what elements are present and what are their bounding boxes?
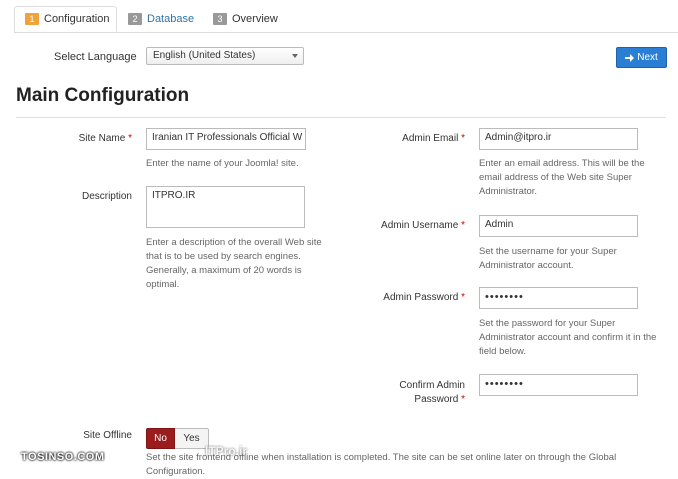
tab-database[interactable]: 2 Database [128,6,194,32]
next-button-label: Next [637,52,658,63]
required-marker: * [461,394,465,405]
site-name-label-text: Site Name [78,133,126,144]
step-number: 3 [213,13,227,25]
watermark-left: TOSINSO.COM [21,451,105,463]
confirm-password-input[interactable]: •••••••• [479,374,638,396]
offline-no-button[interactable]: No [146,428,175,449]
language-select-value: English (United States) [153,50,256,61]
required-marker: * [128,133,132,144]
confirm-password-label-line1: Confirm Admin [399,380,465,391]
description-label: Description [81,191,132,202]
select-language-label: Select Language [54,51,137,63]
required-marker: * [461,220,465,231]
site-offline-label: Site Offline [83,430,132,441]
watermark-right: ITPro.ir [205,444,248,458]
admin-username-help: Set the username for your Super Administ… [479,246,617,271]
next-button[interactable]: Next [616,47,667,68]
tab-label: Database [147,13,195,25]
site-offline-toggle: No Yes [146,428,209,449]
admin-password-help: Set the password for your Super Administ… [479,318,657,357]
tab-label: Configuration [44,13,110,25]
language-select[interactable]: English (United States) [146,47,304,65]
offline-yes-button[interactable]: Yes [175,428,209,449]
admin-username-label: Admin Username * [360,220,465,231]
confirm-password-label-line2: Password [414,394,459,405]
admin-username-input[interactable]: Admin [479,215,638,237]
chevron-down-icon [292,54,298,58]
divider [16,117,666,118]
admin-password-label-text: Admin Password [383,292,459,303]
tab-label: Overview [232,13,278,25]
admin-username-label-text: Admin Username [381,220,459,231]
admin-password-label: Admin Password * [360,292,465,303]
description-textarea[interactable]: ITPRO.IR [146,186,305,228]
description-help: Enter a description of the overall Web s… [146,237,322,290]
required-marker: * [461,292,465,303]
tab-overview[interactable]: 3 Overview [213,6,278,32]
required-marker: * [461,133,465,144]
confirm-password-label: Confirm Admin Password * [360,379,465,407]
admin-email-input[interactable]: Admin@itpro.ir [479,128,638,150]
site-name-help: Enter the name of your Joomla! site. [146,158,299,169]
step-number: 1 [25,13,39,25]
tab-configuration[interactable]: 1 Configuration [14,6,117,32]
step-tabs: 1 Configuration 2 Database 3 Overview [14,0,678,33]
arrow-right-icon [625,53,635,62]
site-name-label: Site Name * [40,133,132,144]
admin-email-label: Admin Email * [360,133,465,144]
admin-email-label-text: Admin Email [402,133,459,144]
page-title: Main Configuration [16,85,190,106]
admin-email-help: Enter an email address. This will be the… [479,158,645,197]
admin-password-input[interactable]: •••••••• [479,287,638,309]
site-name-input[interactable]: Iranian IT Professionals Official W [146,128,306,150]
step-number: 2 [128,13,142,25]
